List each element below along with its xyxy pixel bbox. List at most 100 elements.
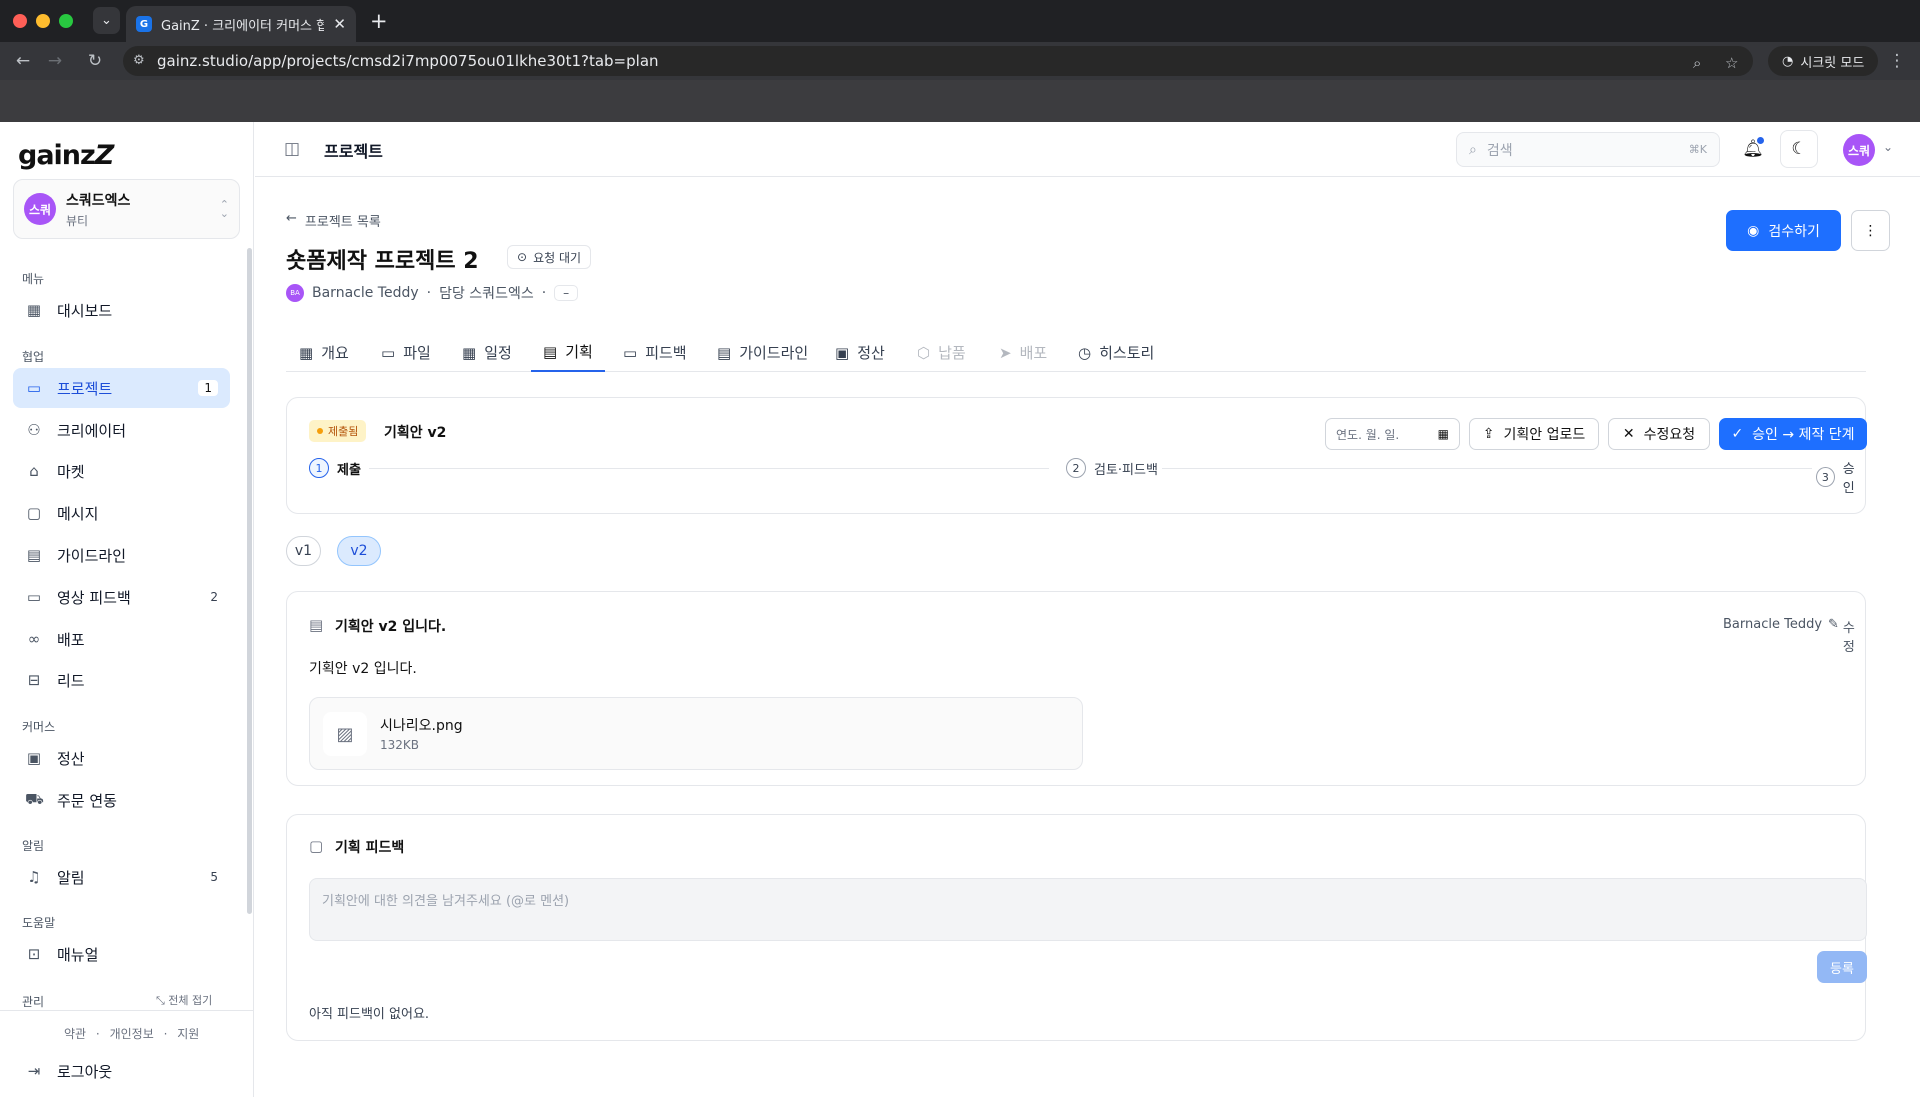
zoom-icon[interactable]: ⌕: [1693, 54, 1701, 72]
url-field[interactable]: ⚙ gainz.studio/app/projects/cmsd2i7mp007…: [123, 46, 1753, 76]
message-icon: ▢: [26, 504, 42, 522]
sidebar-item-label: 알림: [57, 868, 85, 887]
star-icon[interactable]: ☆: [1725, 54, 1738, 72]
tab-label: 납품: [938, 344, 966, 362]
date-placeholder: 연도. 월. 일.: [1336, 427, 1400, 442]
close-icon[interactable]: ✕: [333, 15, 346, 33]
browser-tab[interactable]: G GainZ · 크리에이터 커머스 협업 C ✕: [126, 6, 356, 42]
feedback-input[interactable]: 기획안에 대한 의견을 남겨주세요 (@로 멘션): [309, 878, 1867, 941]
eye-icon: ◉: [1747, 222, 1760, 239]
tab-overview[interactable]: ▦ 개요: [298, 333, 350, 372]
forward-icon[interactable]: →: [40, 42, 70, 80]
sidebar-item-notifications[interactable]: ♫ 알림 5: [13, 857, 230, 897]
folder-icon: ▭: [26, 379, 42, 397]
search-icon: ⌕: [1469, 141, 1477, 158]
chevron-down-icon[interactable]: ⌄: [1883, 140, 1893, 154]
back-link[interactable]: ← 프로젝트 목록: [286, 211, 381, 230]
logout-button[interactable]: ⇥ 로그아웃: [13, 1051, 230, 1091]
sidebar-item-creators[interactable]: ⚇ 크리에이터: [13, 410, 230, 450]
theme-toggle-button[interactable]: ☾: [1780, 130, 1818, 168]
version-v2-button[interactable]: v2: [337, 536, 381, 566]
sidebar-item-distribution[interactable]: ∞ 배포: [13, 619, 230, 659]
sidebar-item-orders[interactable]: ⛟ 주문 연동: [13, 780, 230, 820]
document-icon: ▤: [26, 546, 42, 564]
review-button[interactable]: ◉ 검수하기: [1726, 210, 1841, 251]
tab-settlement[interactable]: ▣ 정산: [834, 333, 886, 372]
video-icon: ▭: [623, 343, 638, 362]
tab-files[interactable]: ▭ 파일: [380, 333, 432, 372]
maximize-window-button[interactable]: [59, 14, 73, 28]
avatar: BA: [286, 284, 304, 302]
workspace-switcher[interactable]: 스쿼 스쿼드엑스 뷰티 ⌃ ⌄: [13, 179, 240, 239]
approve-button[interactable]: ✓ 승인 → 제작 단계: [1719, 418, 1867, 450]
sidebar-item-video-feedback[interactable]: ▭ 영상 피드백 2: [13, 577, 230, 617]
creator-name[interactable]: Barnacle Teddy: [312, 285, 419, 301]
browser-chrome: ⌄ G GainZ · 크리에이터 커머스 협업 C ✕ + ← → ↻ ⚙ g…: [0, 0, 1920, 122]
tab-history[interactable]: ◷ 히스토리: [1077, 333, 1155, 372]
search-input[interactable]: ⌕ 검색 ⌘K: [1456, 132, 1720, 167]
sidebar-item-messages[interactable]: ▢ 메시지: [13, 493, 230, 533]
plan-status-card: 제출됨 기획안 v2 연도. 월. 일. ▦ ⇪ 기획안 업로드 ✕ 수정요청 ✓ 승…: [286, 397, 1867, 514]
folder-icon: ▭: [381, 343, 396, 362]
edit-button[interactable]: ✎ 수정: [1828, 617, 1865, 655]
date-input[interactable]: 연도. 월. 일. ▦: [1325, 418, 1460, 450]
sidebar-item-market[interactable]: ⌂ 마켓: [13, 451, 230, 491]
support-link[interactable]: 지원: [177, 1027, 199, 1041]
close-window-button[interactable]: [13, 14, 27, 28]
footer-links: 약관 · 개인정보 · 지원: [64, 1027, 200, 1041]
revision-label: 수정요청: [1643, 427, 1696, 443]
section-alert: 알림: [22, 839, 45, 853]
avatar[interactable]: 스쿼: [1843, 134, 1875, 166]
terms-link[interactable]: 약관: [64, 1027, 86, 1041]
tab-distribution[interactable]: ➤ 배포: [998, 333, 1048, 372]
sidebar-item-guidelines[interactable]: ▤ 가이드라인: [13, 535, 230, 575]
reload-icon[interactable]: ↻: [80, 42, 110, 80]
privacy-link[interactable]: 개인정보: [110, 1027, 154, 1041]
logo-z-mark: Z: [94, 140, 115, 171]
sidebar-item-dashboard[interactable]: ▦ 대시보드: [13, 290, 230, 330]
sidebar-item-label: 프로젝트: [57, 379, 113, 398]
more-vertical-icon: ⋮: [1863, 222, 1878, 239]
incognito-indicator[interactable]: ◔ 시크릿 모드: [1768, 46, 1879, 76]
tab-guidelines[interactable]: ▤ 가이드라인: [716, 333, 809, 372]
tab-delivery[interactable]: ⬡ 납품: [916, 333, 967, 372]
status-text: 요청 대기: [533, 250, 582, 265]
file-name: 시나리오.png: [380, 718, 463, 734]
sidebar-item-settlement[interactable]: ▣ 정산: [13, 738, 230, 778]
manager-name: 담당 스쿼드엑스: [439, 286, 534, 302]
sidebar-item-leads[interactable]: ⊟ 리드: [13, 660, 230, 700]
workspace-category: 뷰티: [66, 213, 89, 228]
tab-plan[interactable]: ▤ 기획: [531, 333, 605, 372]
upload-plan-button[interactable]: ⇪ 기획안 업로드: [1469, 418, 1599, 450]
logo[interactable]: gainzZ: [18, 140, 115, 171]
notifications-button[interactable]: 🔔︎: [1734, 130, 1772, 168]
sidebar-scrollbar[interactable]: [247, 248, 252, 914]
sidebar-item-projects[interactable]: ▭ 프로젝트 1: [13, 368, 230, 408]
version-v1-button[interactable]: v1: [286, 536, 321, 566]
topbar: ◫ 프로젝트 ⌕ 검색 ⌘K 🔔︎ ☾ 스쿼 ⌄: [255, 122, 1920, 177]
new-tab-button[interactable]: +: [370, 9, 388, 33]
tab-schedule[interactable]: ▦ 일정: [461, 333, 513, 372]
page-title: 프로젝트: [324, 142, 383, 161]
sidebar-toggle-icon[interactable]: ◫: [284, 139, 300, 159]
back-icon[interactable]: ←: [8, 42, 38, 80]
section-menu: 메뉴: [22, 272, 45, 286]
extra-meta[interactable]: –: [554, 285, 579, 301]
more-options-button[interactable]: ⋮: [1851, 210, 1890, 251]
calendar-icon: ▦: [462, 343, 477, 362]
more-menu-icon[interactable]: ⋮: [1882, 42, 1912, 80]
submit-feedback-button[interactable]: 등록: [1817, 951, 1867, 983]
request-revision-button[interactable]: ✕ 수정요청: [1608, 418, 1710, 450]
file-attachment[interactable]: ▨ 시나리오.png 132KB: [309, 697, 1083, 770]
tab-feedback[interactable]: ▭ 피드백: [622, 333, 688, 372]
collapse-all-button[interactable]: ⤡ 전체 접기: [156, 992, 212, 1008]
plan-document-card: ▤ 기획안 v2 입니다. Barnacle Teddy ✎ 수정 기획안 v2 …: [286, 591, 1866, 786]
minimize-window-button[interactable]: [36, 14, 50, 28]
site-info-icon[interactable]: ⚙: [133, 53, 145, 68]
tab-search-button[interactable]: ⌄: [93, 7, 120, 34]
sidebar-item-manual[interactable]: ⊡ 매뉴얼: [13, 934, 230, 974]
tab-label: 기획: [565, 343, 593, 361]
cart-icon: ⛟: [25, 790, 44, 808]
tab-title: GainZ · 크리에이터 커머스 협업 C: [161, 18, 325, 34]
back-label: 프로젝트 목록: [304, 215, 381, 230]
